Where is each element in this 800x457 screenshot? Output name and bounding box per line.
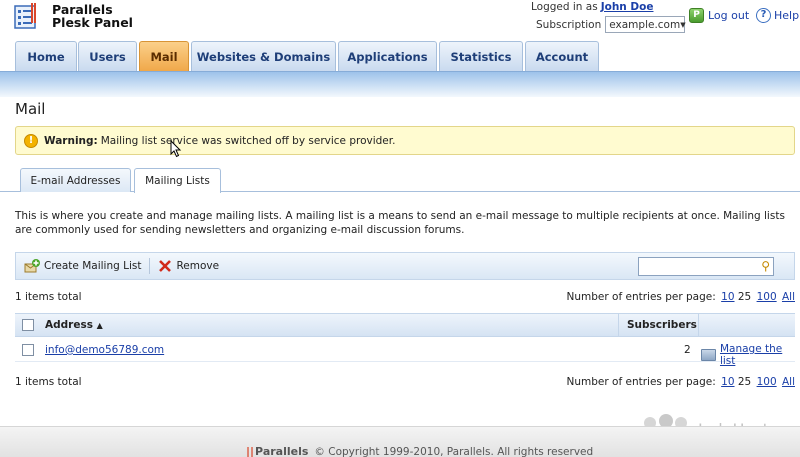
per-page-25: 25 [737, 291, 752, 303]
mailing-list-address-link[interactable]: info@demo56789.com [45, 344, 164, 356]
tab-account[interactable]: Account [525, 41, 599, 71]
create-mailing-list-button[interactable]: Create Mailing List [24, 259, 141, 273]
tab-mail[interactable]: Mail [139, 41, 189, 71]
warning-icon: ! [24, 133, 38, 148]
items-total: 1 items total [15, 291, 82, 303]
table-row: info@demo56789.com 2 Manage the list [15, 338, 795, 367]
tab-applications[interactable]: Applications [338, 41, 437, 71]
list-toolbar: Create Mailing List Remove ⚲ [15, 252, 795, 280]
copyright: ||Parallels © Copyright 1999-2010, Paral… [246, 445, 594, 457]
address-column-header[interactable]: Address ▲ [45, 319, 103, 331]
tab-users[interactable]: Users [78, 41, 137, 71]
manage-list-link[interactable]: Manage the list [701, 343, 795, 367]
help-icon: ? [756, 8, 771, 23]
page-title: Mail [15, 100, 46, 118]
per-page-25: 25 [737, 376, 752, 388]
search-icon[interactable]: ⚲ [761, 259, 770, 273]
chevron-down-icon: ▼ [680, 20, 686, 29]
mouse-cursor-icon [170, 140, 182, 158]
toolbar-separator [149, 258, 151, 274]
remove-icon [159, 260, 172, 272]
tab-email-addresses[interactable]: E-mail Addresses [20, 168, 131, 192]
user-name-link[interactable]: John Doe [601, 1, 654, 13]
mail-subtabs: E-mail Addresses Mailing Lists [0, 168, 800, 193]
subscription-select[interactable]: example.com ▼ [605, 16, 686, 33]
per-page-100-link[interactable]: 100 [757, 376, 777, 388]
tab-home[interactable]: Home [15, 41, 77, 71]
logged-in-info: Logged in as John Doe [531, 1, 654, 13]
brand-name: Parallels Plesk Panel [52, 2, 133, 30]
logout-icon: P [689, 8, 704, 23]
tab-mailing-lists[interactable]: Mailing Lists [134, 168, 221, 193]
plesk-logo-icon [14, 3, 36, 29]
entries-per-page: Number of entries per page: 10 25 100 Al… [566, 291, 795, 303]
subscribers-column-header[interactable]: Subscribers [618, 314, 698, 336]
per-page-10-link[interactable]: 10 [721, 291, 734, 303]
page-footer: ||Parallels © Copyright 1999-2010, Paral… [0, 426, 800, 457]
main-navigation: Home Users Mail Websites & Domains Appli… [0, 40, 800, 72]
per-page-all-link[interactable]: All [782, 376, 795, 388]
items-total-bottom: 1 items total [15, 376, 82, 388]
subscriber-count: 2 [684, 344, 691, 356]
warning-message: ! Warning: Mailing list service was swit… [15, 126, 795, 155]
page-header: Parallels Plesk Panel Logged in as John D… [0, 0, 800, 44]
sort-ascending-icon: ▲ [96, 321, 103, 330]
parallels-footer-logo: ||Parallels [246, 445, 309, 457]
remove-button[interactable]: Remove [158, 259, 219, 273]
search-input[interactable]: ⚲ [638, 257, 774, 276]
select-all-checkbox[interactable] [22, 319, 34, 331]
tab-websites-domains[interactable]: Websites & Domains [191, 41, 336, 71]
tab-statistics[interactable]: Statistics [439, 41, 523, 71]
add-mailing-list-icon [24, 259, 40, 273]
nav-underbar [0, 71, 800, 97]
page-description: This is where you create and manage mail… [15, 210, 785, 236]
help-button[interactable]: ? Help [756, 8, 799, 23]
row-checkbox[interactable] [22, 344, 34, 356]
subscription-selector: Subscription example.com ▼ [536, 16, 686, 33]
per-page-all-link[interactable]: All [782, 291, 795, 303]
per-page-10-link[interactable]: 10 [721, 376, 734, 388]
per-page-100-link[interactable]: 100 [757, 291, 777, 303]
table-header: Address ▲ Subscribers [15, 313, 795, 337]
logout-button[interactable]: P Log out [689, 8, 749, 23]
actions-column-header [698, 314, 795, 336]
manage-list-icon [701, 349, 716, 361]
entries-per-page-bottom: Number of entries per page: 10 25 100 Al… [566, 376, 795, 388]
